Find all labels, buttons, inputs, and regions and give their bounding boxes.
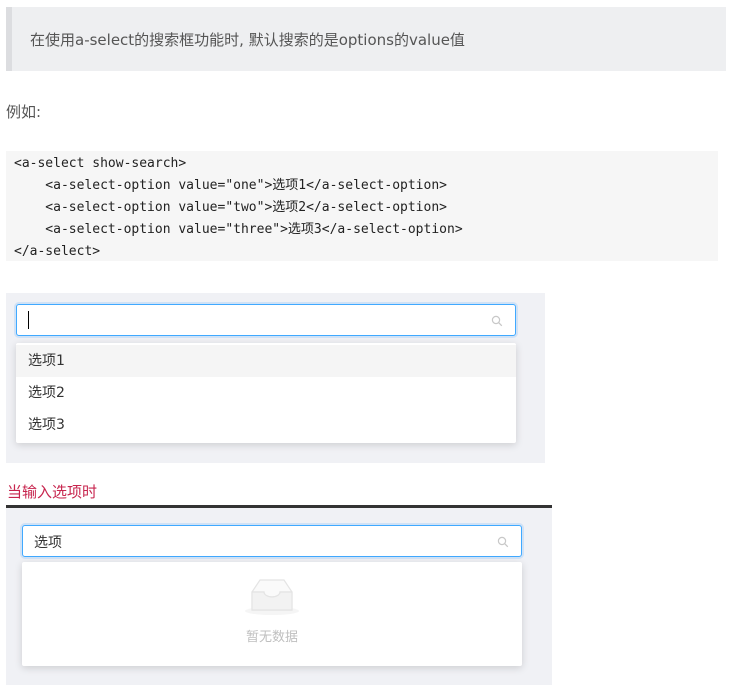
inbox-icon [245,579,299,615]
search-select-input[interactable]: 选项 [22,525,522,557]
select-dropdown-empty: 暂无数据 [22,562,522,666]
code-block: <a-select show-search> <a-select-option … [6,151,718,261]
empty-text: 暂无数据 [245,630,298,645]
code-line: <a-select-option value="one">选项1</a-sele… [14,178,447,193]
demo-screenshot-open: 选项1 选项2 选项3 [6,293,545,463]
code-line: <a-select show-search> [14,156,187,171]
search-icon [491,315,503,327]
select-dropdown: 选项1 选项2 选项3 [16,343,516,443]
code-line: </a-select> [14,244,101,259]
select-option[interactable]: 选项2 [16,377,516,409]
text-cursor [28,311,29,329]
note-blockquote: 在使用a-select的搜索框功能时, 默认搜索的是options的value值 [6,7,726,71]
search-select-value: 选项 [34,535,62,551]
select-option[interactable]: 选项1 [16,345,516,377]
note-text: 在使用a-select的搜索框功能时, 默认搜索的是options的value值 [30,31,465,49]
select-option[interactable]: 选项3 [16,409,516,441]
caption-text: 当输入选项时 [7,483,98,501]
search-icon [497,536,509,548]
search-select-input[interactable] [16,304,516,336]
code-line: <a-select-option value="three">选项3</a-se… [14,222,463,237]
empty-state: 暂无数据 [22,562,522,666]
example-label: 例如: [6,103,42,121]
code-line: <a-select-option value="two">选项2</a-sele… [14,200,447,215]
demo-screenshot-search: 选项 暂无数据 [6,508,552,685]
